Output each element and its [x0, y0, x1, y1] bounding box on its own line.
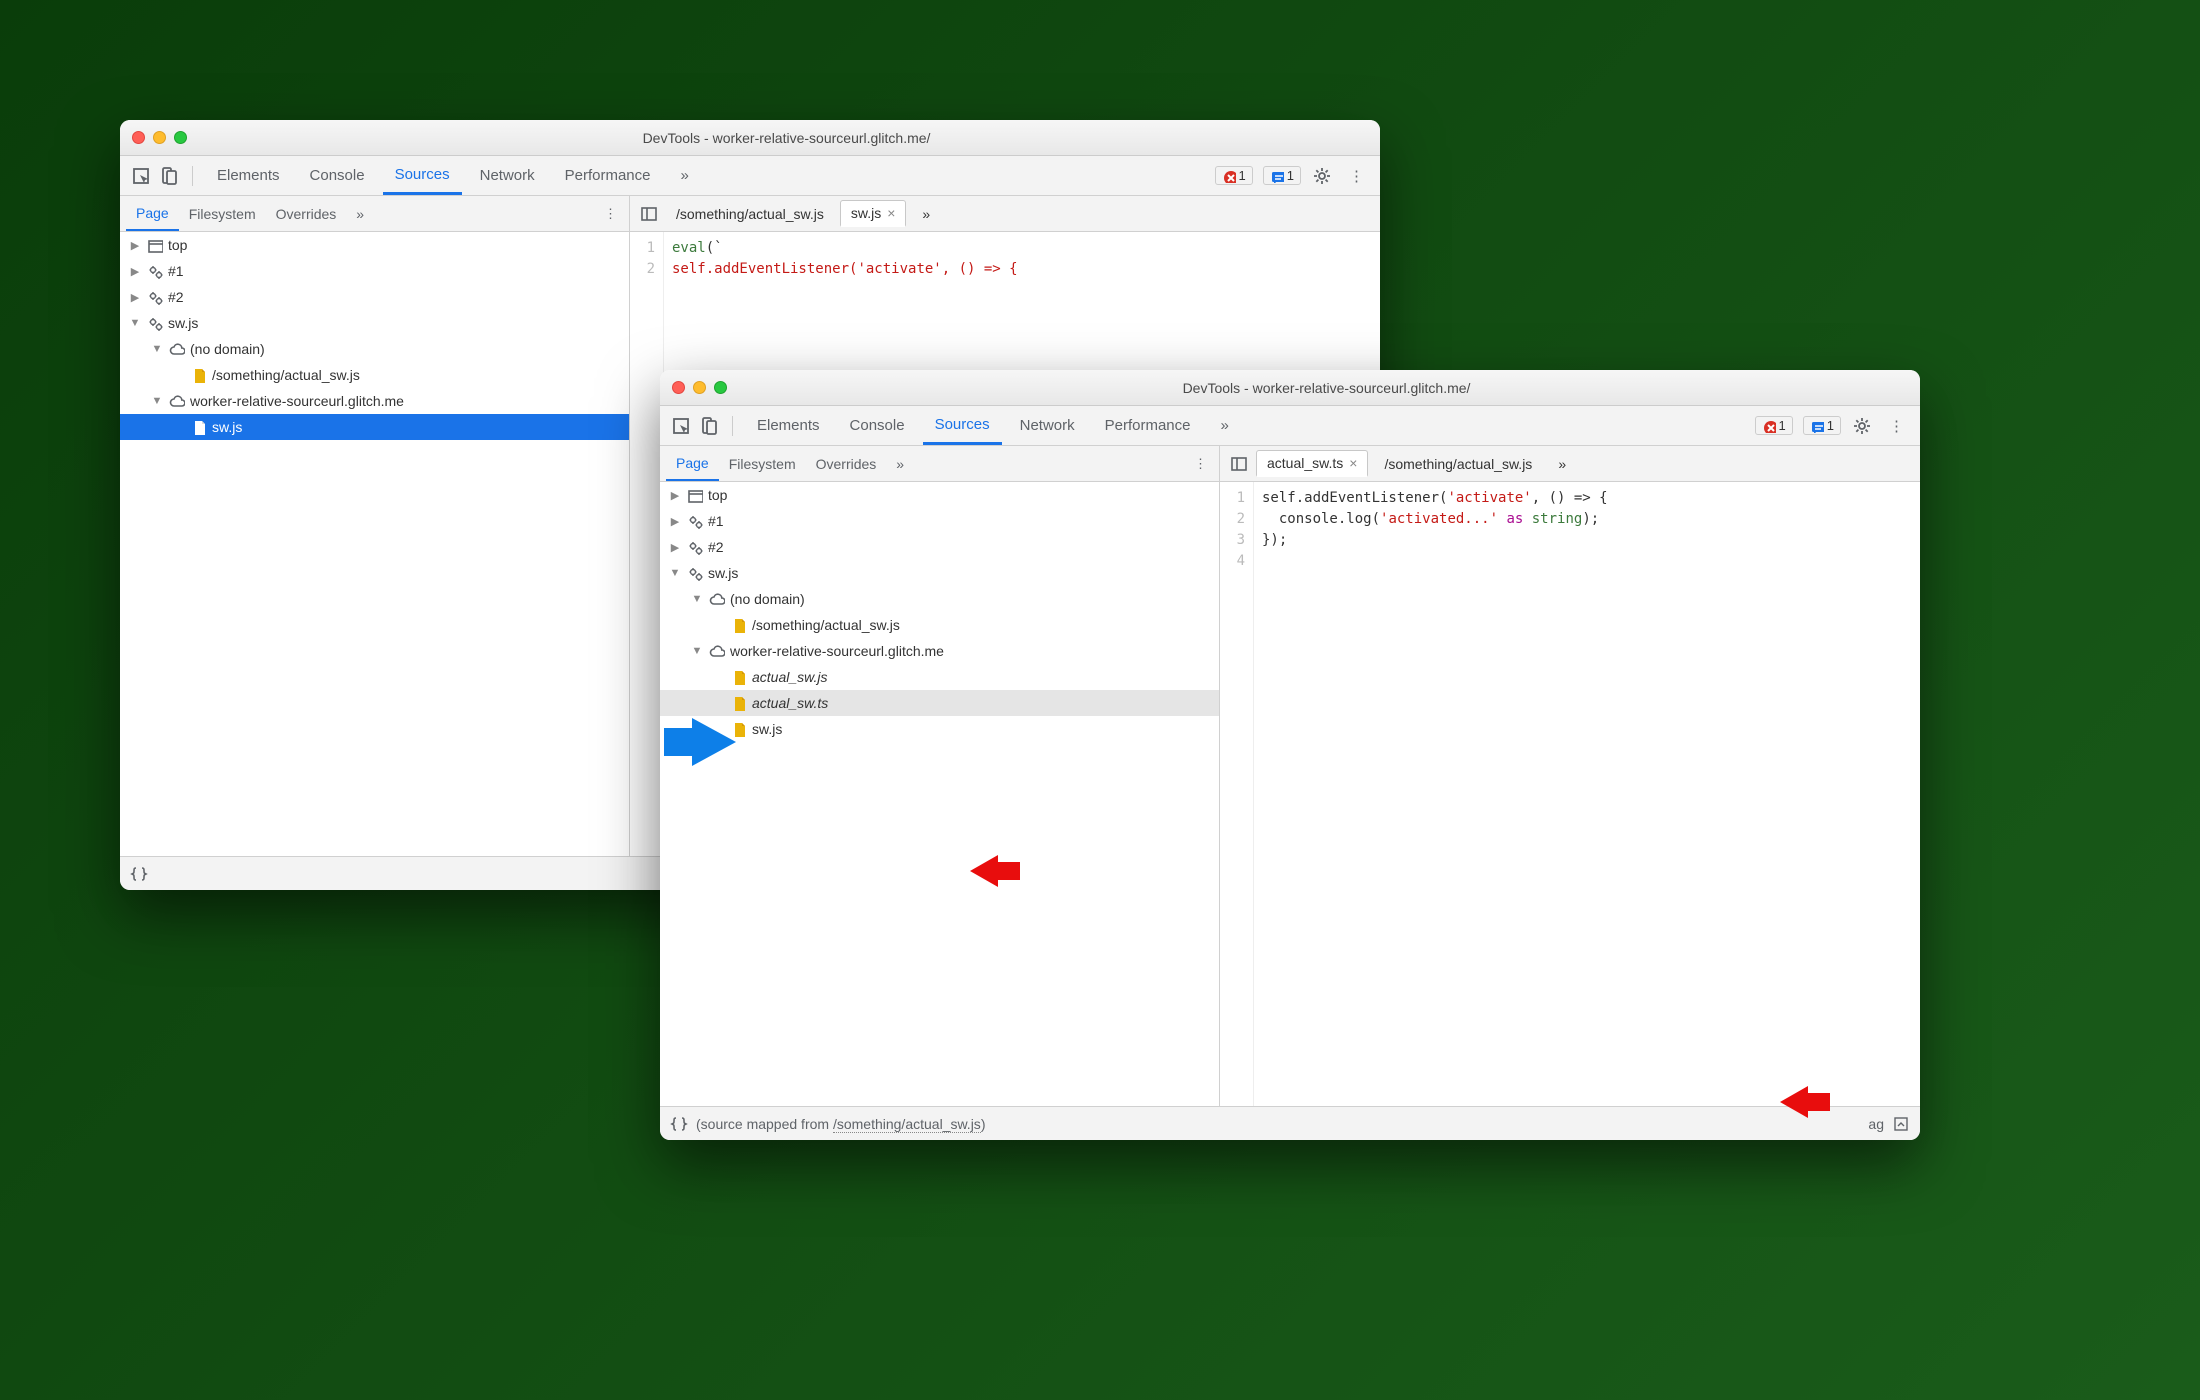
file-tabs-overflow[interactable]: » — [912, 202, 940, 226]
coverage-icon[interactable] — [1892, 1115, 1910, 1133]
file-tree: ▶top▶#1▶#2▼sw.js▼(no domain)/something/a… — [120, 232, 630, 856]
navigator-toggle-icon[interactable] — [1228, 453, 1250, 475]
error-badge[interactable]: 1 — [1755, 416, 1793, 435]
tree-item[interactable]: ▼worker-relative-sourceurl.glitch.me — [660, 638, 1219, 664]
titlebar: DevTools - worker-relative-sourceurl.gli… — [120, 120, 1380, 156]
tree-item[interactable]: ▼(no domain) — [120, 336, 629, 362]
tree-item[interactable]: ▶top — [120, 232, 629, 258]
minimize-window-button[interactable] — [153, 131, 166, 144]
file-tab[interactable]: actual_sw.ts× — [1256, 450, 1368, 477]
code-editor[interactable]: 1234 self.addEventListener('activate', (… — [1220, 482, 1920, 1106]
tabs-overflow[interactable]: » — [1209, 406, 1241, 445]
file-tree: ▶top▶#1▶#2▼sw.js▼(no domain)/something/a… — [660, 482, 1220, 1106]
tab-sources[interactable]: Sources — [383, 156, 462, 195]
tree-item[interactable]: ▶#1 — [660, 508, 1219, 534]
close-icon[interactable]: × — [887, 205, 895, 221]
tree-item[interactable]: ▶#1 — [120, 258, 629, 284]
tabs-overflow[interactable]: » — [669, 156, 701, 195]
message-badge[interactable]: 1 — [1263, 166, 1301, 185]
source-map-link[interactable]: /something/actual_sw.js — [833, 1116, 981, 1133]
subtab-overrides[interactable]: Overrides — [806, 446, 887, 481]
navigator-toggle-icon[interactable] — [638, 203, 660, 225]
subtabs-overflow[interactable]: » — [886, 446, 914, 481]
tab-performance[interactable]: Performance — [553, 156, 663, 195]
tab-elements[interactable]: Elements — [745, 406, 832, 445]
maximize-window-button[interactable] — [714, 381, 727, 394]
window-title: DevTools - worker-relative-sourceurl.gli… — [745, 380, 1908, 396]
tree-item[interactable]: actual_sw.js — [660, 664, 1219, 690]
subtab-overrides[interactable]: Overrides — [266, 196, 347, 231]
tree-item[interactable]: actual_sw.ts — [660, 690, 1219, 716]
tree-item[interactable]: ▶#2 — [660, 534, 1219, 560]
code-content: self.addEventListener('activate', () => … — [1254, 482, 1920, 1106]
annotation-arrow-blue — [692, 718, 736, 766]
tree-item[interactable]: sw.js — [120, 414, 629, 440]
tree-item[interactable]: ▼(no domain) — [660, 586, 1219, 612]
tab-network[interactable]: Network — [1008, 406, 1087, 445]
tab-performance[interactable]: Performance — [1093, 406, 1203, 445]
titlebar: DevTools - worker-relative-sourceurl.gli… — [660, 370, 1920, 406]
file-tab[interactable]: /something/actual_sw.js — [666, 202, 834, 226]
annotation-arrow-red — [970, 855, 998, 887]
tab-network[interactable]: Network — [468, 156, 547, 195]
subtabs-overflow[interactable]: » — [346, 196, 374, 231]
braces-icon[interactable] — [670, 1115, 688, 1133]
close-icon[interactable]: × — [1349, 455, 1357, 471]
file-tab[interactable]: /something/actual_sw.js — [1374, 452, 1542, 476]
subtab-filesystem[interactable]: Filesystem — [179, 196, 266, 231]
inspect-icon[interactable] — [670, 415, 692, 437]
error-badge[interactable]: 1 — [1215, 166, 1253, 185]
annotation-arrow-red — [1780, 1086, 1808, 1118]
file-tab[interactable]: sw.js× — [840, 200, 907, 227]
footer: (source mapped from /something/actual_sw… — [660, 1106, 1920, 1140]
device-toggle-icon[interactable] — [158, 165, 180, 187]
tree-item[interactable]: sw.js — [660, 716, 1219, 742]
maximize-window-button[interactable] — [174, 131, 187, 144]
tree-item[interactable]: ▼sw.js — [120, 310, 629, 336]
subtab-filesystem[interactable]: Filesystem — [719, 446, 806, 481]
tree-item[interactable]: ▶#2 — [120, 284, 629, 310]
close-window-button[interactable] — [132, 131, 145, 144]
main-toolbar: Elements Console Sources Network Perform… — [120, 156, 1380, 196]
settings-icon[interactable] — [1847, 417, 1877, 435]
main-toolbar: Elements Console Sources Network Perform… — [660, 406, 1920, 446]
settings-icon[interactable] — [1307, 167, 1337, 185]
tree-item[interactable]: ▶top — [660, 482, 1219, 508]
close-window-button[interactable] — [672, 381, 685, 394]
subtab-page[interactable]: Page — [666, 446, 719, 481]
source-map-info: (source mapped from /something/actual_sw… — [696, 1116, 985, 1132]
tab-elements[interactable]: Elements — [205, 156, 292, 195]
more-icon[interactable]: ⋮ — [1883, 417, 1910, 435]
sidebar-more-icon[interactable]: ⋮ — [598, 206, 623, 222]
tab-sources[interactable]: Sources — [923, 406, 1002, 445]
window-title: DevTools - worker-relative-sourceurl.gli… — [205, 130, 1368, 146]
message-badge[interactable]: 1 — [1803, 416, 1841, 435]
device-toggle-icon[interactable] — [698, 415, 720, 437]
tree-item[interactable]: /something/actual_sw.js — [660, 612, 1219, 638]
tree-item[interactable]: /something/actual_sw.js — [120, 362, 629, 388]
minimize-window-button[interactable] — [693, 381, 706, 394]
inspect-icon[interactable] — [130, 165, 152, 187]
tab-console[interactable]: Console — [298, 156, 377, 195]
sidebar-more-icon[interactable]: ⋮ — [1188, 456, 1213, 472]
braces-icon[interactable] — [130, 865, 148, 883]
subtab-page[interactable]: Page — [126, 196, 179, 231]
tree-item[interactable]: ▼worker-relative-sourceurl.glitch.me — [120, 388, 629, 414]
file-tabs-overflow[interactable]: » — [1548, 452, 1576, 476]
tab-console[interactable]: Console — [838, 406, 917, 445]
tree-item[interactable]: ▼sw.js — [660, 560, 1219, 586]
more-icon[interactable]: ⋮ — [1343, 167, 1370, 185]
